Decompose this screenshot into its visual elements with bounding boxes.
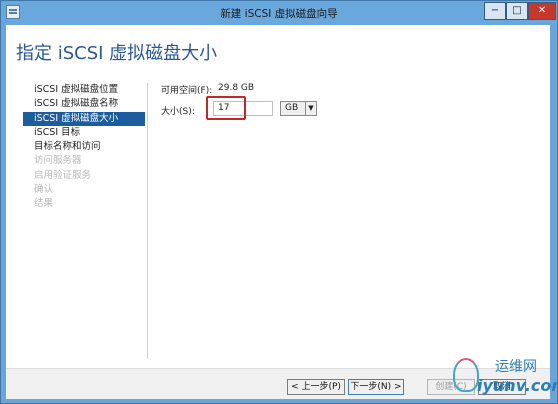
- wizard-steps-nav: iSCSI 虚拟磁盘位置 iSCSI 虚拟磁盘名称 iSCSI 虚拟磁盘大小 i…: [23, 83, 145, 212]
- annotation-highlight-box: [206, 96, 246, 120]
- nav-step-disk-location[interactable]: iSCSI 虚拟磁盘位置: [23, 83, 145, 97]
- maximize-button[interactable]: □: [506, 2, 528, 20]
- nav-divider: [147, 83, 148, 359]
- watermark-text-cn: 运维网: [495, 359, 537, 375]
- size-unit-value: GB: [285, 103, 299, 113]
- wizard-content: 指定 iSCSI 虚拟磁盘大小 iSCSI 虚拟磁盘位置 iSCSI 虚拟磁盘名…: [6, 25, 550, 368]
- page-title: 指定 iSCSI 虚拟磁盘大小: [16, 43, 218, 64]
- size-label: 大小(S):: [161, 107, 195, 117]
- window-title: 新建 iSCSI 虚拟磁盘向导: [220, 8, 338, 20]
- previous-button[interactable]: < 上一步(P): [287, 379, 345, 395]
- minimize-button[interactable]: −: [484, 2, 506, 20]
- watermark-text-en: iyunv.com: [477, 376, 558, 395]
- chevron-down-icon[interactable]: ▼: [305, 102, 316, 115]
- next-button[interactable]: 下一步(N) >: [348, 379, 404, 395]
- nav-step-iscsi-target[interactable]: iSCSI 目标: [23, 126, 145, 140]
- watermark-logo-icon: [453, 358, 479, 392]
- available-space-value: 29.8 GB: [218, 83, 255, 93]
- nav-step-target-name-access[interactable]: 目标名称和访问: [23, 140, 145, 154]
- nav-step-confirm: 确认: [34, 184, 54, 196]
- available-space-label: 可用空间(F):: [161, 86, 213, 96]
- nav-step-results: 结果: [34, 198, 54, 210]
- nav-step-enable-auth: 启用验证服务: [34, 169, 92, 181]
- watermark: 运维网 iyunv.com: [453, 352, 558, 402]
- nav-step-access-servers: 访问服务器: [34, 155, 82, 167]
- title-bar[interactable]: 新建 iSCSI 虚拟磁盘向导 − □ ✕: [1, 1, 557, 25]
- close-button[interactable]: ✕: [528, 2, 556, 20]
- nav-step-disk-size[interactable]: iSCSI 虚拟磁盘大小: [23, 111, 145, 126]
- nav-step-disk-name[interactable]: iSCSI 虚拟磁盘名称: [23, 97, 145, 111]
- size-unit-select[interactable]: GB ▼: [280, 101, 317, 116]
